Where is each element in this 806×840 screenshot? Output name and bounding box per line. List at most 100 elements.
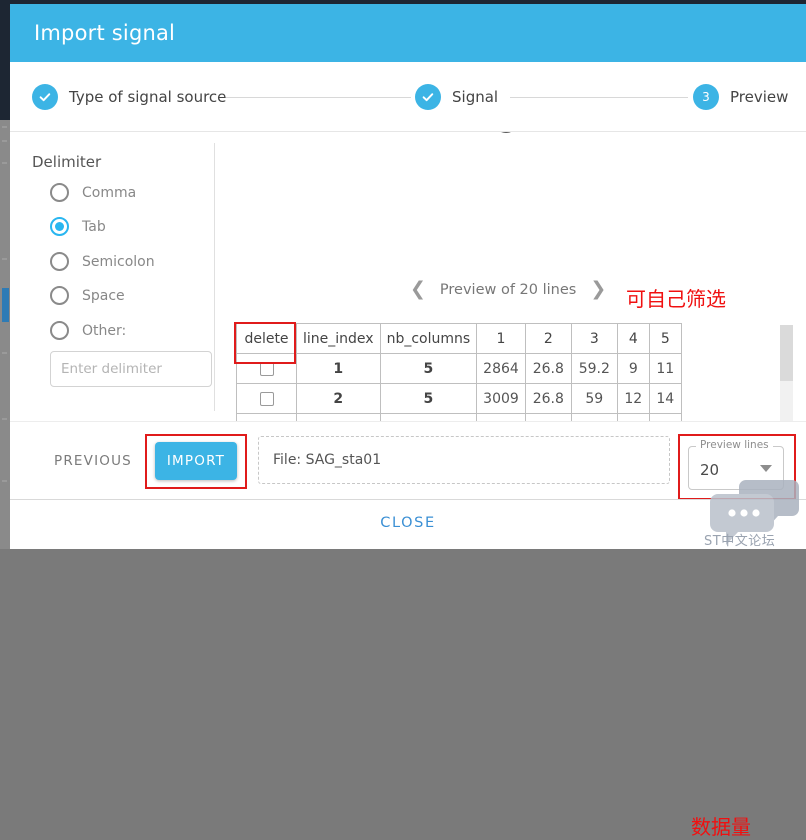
column-header-delete[interactable]: delete [236,323,297,354]
dialog-action-bar: PREVIOUS IMPORT File: SAG_sta01 数据量 Prev… [10,421,806,839]
cell-c1: 2909 [476,413,526,421]
radio-circle-icon [50,321,69,340]
row-delete-cell[interactable] [236,413,297,421]
table-row: 1 5 2864 26.8 59.2 9 11 [236,353,682,384]
stepper-step-label: Signal [452,88,499,106]
backdrop-accent-bar [2,288,9,322]
stepper-step-type-of-signal-source[interactable]: Type of signal source [32,84,226,110]
radio-circle-icon [50,183,69,202]
preview-navigation: ❮ Preview of 20 lines ❯ [410,280,606,299]
preview-table-container: delete line_index nb_columns 1 2 3 4 5 1 [236,323,776,421]
cell-c4: 12 [616,383,650,414]
radio-circle-icon [50,252,69,271]
cell-c1: 3009 [476,383,526,414]
radio-label: Tab [82,218,106,235]
radio-delimiter-space[interactable]: Space [50,286,125,305]
stepper-connector-2 [510,97,688,98]
radio-label: Space [82,287,125,304]
stepper-step-signal[interactable]: Signal [415,84,498,110]
stepper-connector-1 [222,97,411,98]
row-delete-cell[interactable] [236,383,297,414]
wizard-stepper: Type of signal source Signal 3 Preview 1 [10,62,806,156]
backdrop-tick [2,140,7,142]
check-icon [32,84,58,110]
radio-circle-selected-icon [50,217,69,236]
column-header-3[interactable]: 3 [570,323,618,354]
radio-circle-icon [50,286,69,305]
panel-divider [214,143,215,411]
scrollbar-thumb[interactable] [780,325,793,381]
column-header-5[interactable]: 5 [648,323,682,354]
annotation-filter-note: 可自己筛选 [626,287,726,311]
radio-delimiter-semicolon[interactable]: Semicolon [50,252,155,271]
column-header-nb-columns[interactable]: nb_columns [379,323,478,354]
backdrop-tick [2,126,7,128]
stepper-step-label: Type of signal source [69,88,227,106]
cell-c3: 59 [570,383,618,414]
backdrop-tick [2,480,7,482]
selected-file-field: File: SAG_sta01 [258,436,670,484]
cell-c5: 14 [648,383,682,414]
radio-delimiter-other[interactable]: Other: [50,321,126,340]
cell-line-index: 1 [296,353,381,384]
dialog-body: Delimiter Comma Tab Semicolon Space Othe… [10,133,806,421]
cell-c2: 26.8 [524,383,572,414]
import-button[interactable]: IMPORT [155,442,237,480]
backdrop-tick [2,352,7,354]
preview-lines-value: 20 [700,461,720,479]
column-header-line-index[interactable]: line_index [296,323,381,354]
column-header-4[interactable]: 4 [616,323,650,354]
backdrop-left-strip [0,0,10,549]
cell-nb-columns: 5 [379,413,478,421]
radio-label: Semicolon [82,253,155,270]
table-vertical-scrollbar[interactable] [780,325,793,421]
dialog-close-bar: CLOSE [10,499,806,549]
cell-c4: 5 [616,413,650,421]
delimiter-section-title: Delimiter [32,153,102,171]
row-delete-cell[interactable] [236,353,297,384]
cell-c4: 9 [616,353,650,384]
chevron-right-icon[interactable]: ❯ [590,280,606,299]
chevron-down-icon[interactable] [760,465,772,472]
radio-delimiter-comma[interactable]: Comma [50,183,136,202]
radio-delimiter-tab[interactable]: Tab [50,217,106,236]
cell-c3: 58.8 [570,413,618,421]
close-button[interactable]: CLOSE [374,514,441,532]
other-delimiter-input[interactable] [50,351,212,387]
selected-file-label: File: SAG_sta01 [273,452,382,468]
delete-checkbox[interactable] [259,391,274,406]
annotation-data-volume-note: 数据量 [691,815,751,839]
cell-nb-columns: 5 [379,353,478,384]
stepper-step-preview[interactable]: 3 Preview [693,84,788,110]
column-header-1[interactable]: 1 [476,323,526,354]
table-row: 2 5 3009 26.8 59 12 14 [236,383,682,414]
cell-c1: 2864 [476,353,526,384]
preview-lines-legend: Preview lines [696,439,773,451]
cell-c3: 59.2 [570,353,618,384]
radio-label: Comma [82,184,137,201]
radio-label: Other: [82,322,127,339]
page-title: Import signal [34,21,176,45]
cell-c5: 7 [648,413,682,421]
backdrop-tick [2,258,7,260]
cell-line-index: 2 [296,383,381,414]
backdrop-dark-top [0,0,10,120]
cell-c2: 26.9 [524,413,572,421]
chevron-left-icon[interactable]: ❮ [410,280,426,299]
watermark-text: ST中文论坛 [704,534,776,549]
cell-c2: 26.8 [524,353,572,384]
import-signal-dialog: Import signal Type of signal source Sign… [10,4,806,839]
table-header-row: delete line_index nb_columns 1 2 3 4 5 [236,323,682,354]
delete-checkbox[interactable] [259,361,274,376]
previous-button[interactable]: PREVIOUS [48,452,138,470]
preview-lines-label: Preview of 20 lines [439,281,577,298]
table-row: 3 5 2909 26.9 58.8 5 7 [236,413,682,421]
step-number-badge: 3 [693,84,719,110]
cell-nb-columns: 5 [379,383,478,414]
preview-table: delete line_index nb_columns 1 2 3 4 5 1 [236,323,682,421]
backdrop-tick [2,418,7,420]
dialog-header: Import signal [10,4,806,62]
backdrop-tick [2,162,7,164]
cell-line-index: 3 [296,413,381,421]
column-header-2[interactable]: 2 [524,323,572,354]
